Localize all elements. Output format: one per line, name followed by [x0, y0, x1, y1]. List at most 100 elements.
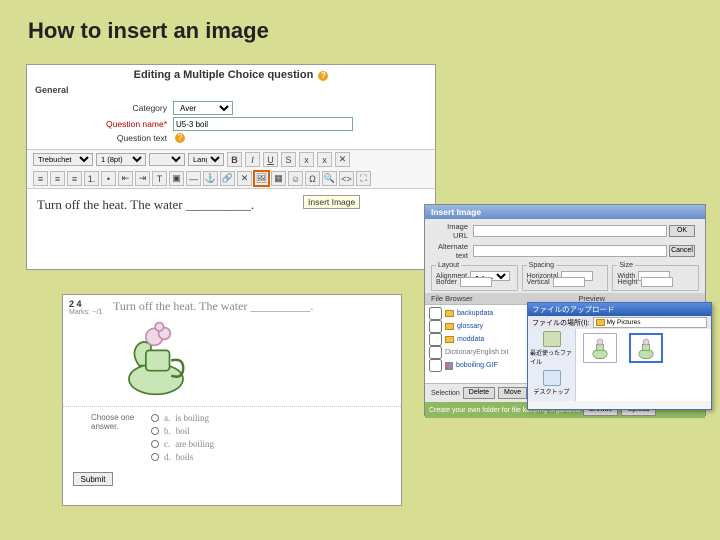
sidebar-item-desktop[interactable]: デスクトップ — [530, 370, 573, 396]
file-name: moddata — [457, 336, 484, 343]
insert-image-button[interactable]: 🖼 — [254, 171, 269, 186]
thumbnail-item-selected[interactable] — [626, 333, 666, 363]
ok-button[interactable]: OK — [669, 225, 695, 237]
list-ul-button[interactable]: • — [101, 171, 116, 186]
align-right-button[interactable]: ≡ — [67, 171, 82, 186]
desktop-icon — [543, 370, 561, 386]
strike-button[interactable]: S — [281, 152, 296, 167]
clean-button[interactable]: ✕ — [335, 152, 350, 167]
category-select[interactable]: Aver — [173, 101, 233, 115]
height-input[interactable] — [641, 277, 673, 287]
file-checkbox[interactable] — [429, 307, 442, 320]
file-checkbox[interactable] — [429, 320, 442, 333]
font-select[interactable]: Trebuchet — [33, 153, 93, 166]
sidebar-item-recent[interactable]: 最近使ったファイル — [530, 331, 573, 366]
radio-icon[interactable] — [151, 427, 159, 435]
sub-button[interactable]: x — [299, 152, 314, 167]
align-center-button[interactable]: ≡ — [50, 171, 65, 186]
indent-button[interactable]: ⇥ — [135, 171, 150, 186]
anchor-button[interactable]: ⚓ — [203, 171, 218, 186]
move-button[interactable]: Move — [498, 387, 527, 399]
list-ol-button[interactable]: 1. — [84, 171, 99, 186]
underline-button[interactable]: U — [263, 152, 278, 167]
thumbnail-item[interactable] — [580, 333, 620, 363]
file-name: backupdata — [457, 310, 493, 317]
label-selection: Selection — [431, 390, 460, 397]
label-vspace: Vertical — [527, 279, 550, 286]
answer-options: a.is boiling b.boil c.are boiling d.boil… — [151, 413, 214, 462]
section-general: General — [27, 83, 435, 97]
textcolor-button[interactable]: T — [152, 171, 167, 186]
hr-button[interactable]: — — [186, 171, 201, 186]
picker-thumbnails — [576, 329, 711, 401]
label-qtext: Question text — [87, 133, 167, 143]
option-d[interactable]: d.boils — [151, 452, 214, 462]
file-checkbox[interactable] — [429, 346, 442, 359]
outdent-button[interactable]: ⇤ — [118, 171, 133, 186]
label-alt-text: Alternate text — [431, 242, 471, 260]
recent-icon — [543, 331, 561, 347]
italic-button[interactable]: I — [245, 152, 260, 167]
submit-button[interactable]: Submit — [73, 472, 113, 486]
special-char-button[interactable]: Ω — [305, 171, 320, 186]
label-height: Height — [617, 279, 637, 286]
insert-image-tooltip: Insert Image — [303, 195, 360, 209]
layout-fieldset: Layout Alignment Not Set Border — [431, 265, 518, 291]
option-c[interactable]: c.are boiling — [151, 439, 214, 449]
bgcolor-button[interactable]: ▣ — [169, 171, 184, 186]
location-value: My Pictures — [607, 319, 641, 326]
find-button[interactable]: 🔍 — [322, 171, 337, 186]
lang-select[interactable]: Lang — [188, 153, 224, 166]
link-button[interactable]: 🔗 — [220, 171, 235, 186]
file-checkbox[interactable] — [429, 333, 442, 346]
emoticon-button[interactable]: ☺ — [288, 171, 303, 186]
size-select[interactable]: 1 (8pt) — [96, 153, 146, 166]
border-input[interactable] — [460, 277, 492, 287]
question-stem: Turn off the heat. The water __________. — [113, 299, 395, 318]
delete-button[interactable]: Delete — [463, 387, 495, 399]
question-name-input[interactable] — [173, 117, 353, 131]
heading-select[interactable] — [149, 153, 185, 166]
file-name: glossary — [457, 323, 483, 330]
sup-button[interactable]: x — [317, 152, 332, 167]
file-checkbox[interactable] — [429, 359, 442, 372]
option-b[interactable]: b.boil — [151, 426, 214, 436]
question-preview-panel: 2 4 Marks: --/1 Turn off the heat. The w… — [62, 294, 402, 506]
slide-title: How to insert an image — [28, 18, 269, 44]
option-a[interactable]: a.is boiling — [151, 413, 214, 423]
fullscreen-button[interactable]: ⛶ — [356, 171, 371, 186]
marks-label: Marks: --/1 — [69, 309, 105, 316]
label-location: ファイルの場所(I): — [532, 318, 590, 328]
help-icon[interactable]: ? — [318, 71, 328, 81]
table-button[interactable]: ▦ — [271, 171, 286, 186]
vspace-input[interactable] — [553, 277, 585, 287]
editor-textarea[interactable]: Turn off the heat. The water __________. — [27, 189, 435, 221]
label-qname: Question name* — [87, 119, 167, 129]
cancel-button[interactable]: Cancel — [669, 245, 695, 257]
label-image-url: Image URL — [431, 222, 471, 240]
label-border: Border — [436, 279, 457, 286]
size-legend: Size — [617, 262, 635, 269]
bold-button[interactable]: B — [227, 152, 242, 167]
folder-icon — [445, 310, 454, 317]
editor-heading-text: Editing a Multiple Choice question — [134, 69, 314, 81]
unlink-button[interactable]: ✕ — [237, 171, 252, 186]
size-fieldset: Size Width Height — [612, 265, 699, 291]
align-left-button[interactable]: ≡ — [33, 171, 48, 186]
editor-toolbar-row2: ≡ ≡ ≡ 1. • ⇤ ⇥ T ▣ — ⚓ 🔗 ✕ 🖼 ▦ ☺ Ω 🔍 <> … — [27, 169, 435, 189]
radio-icon[interactable] — [151, 440, 159, 448]
image-url-input[interactable] — [473, 225, 667, 237]
radio-icon[interactable] — [151, 414, 159, 422]
alt-text-input[interactable] — [473, 245, 667, 257]
question-number: 2 4 — [69, 299, 105, 309]
location-select[interactable]: My Pictures — [593, 317, 707, 328]
html-button[interactable]: <> — [339, 171, 354, 186]
label-category: Category — [87, 103, 167, 113]
help-icon[interactable]: ? — [175, 133, 185, 143]
spacing-legend: Spacing — [527, 262, 556, 269]
picker-sidebar: 最近使ったファイル デスクトップ — [528, 329, 576, 401]
radio-icon[interactable] — [151, 453, 159, 461]
editor-heading: Editing a Multiple Choice question ? — [27, 65, 435, 83]
picker-title: ファイルのアップロード — [528, 303, 711, 316]
question-editor-panel: Editing a Multiple Choice question ? Gen… — [26, 64, 436, 270]
